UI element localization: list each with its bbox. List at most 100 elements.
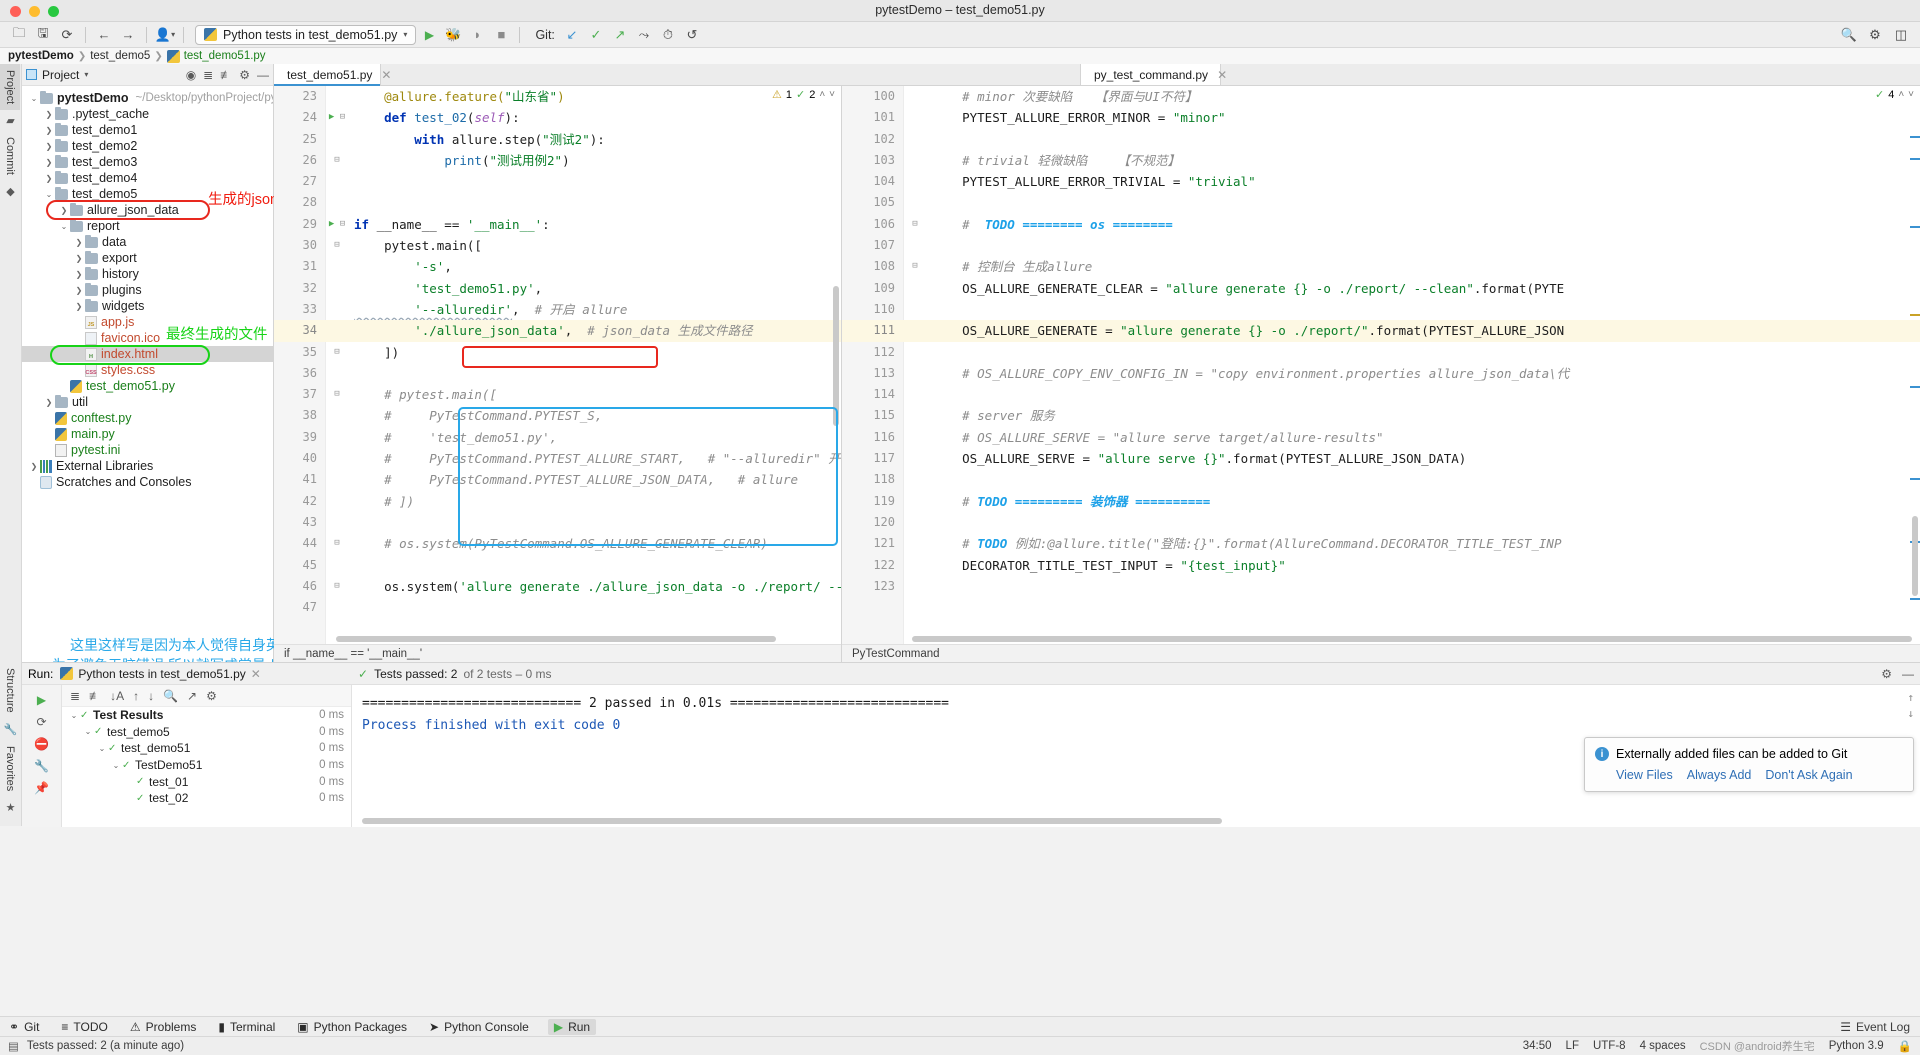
event-log-tab[interactable]: ☰ Event Log	[1840, 1020, 1910, 1034]
chevron-down-icon[interactable]: ⌄	[68, 711, 80, 720]
history-icon[interactable]: ↗	[187, 689, 197, 703]
sidebar-tab-commit[interactable]: Commit	[0, 131, 20, 181]
tree-item--pytest-cache[interactable]: ❯ .pytest_cache	[22, 106, 273, 122]
back-arrow-icon[interactable]: ←	[93, 25, 115, 45]
code-line[interactable]: 116 # OS_ALLURE_SERVE = "allure serve ta…	[842, 427, 1920, 448]
chevron-right-icon[interactable]: ❯	[73, 302, 85, 311]
code-line[interactable]: 34 './allure_json_data', # json_data 生成文…	[274, 320, 841, 342]
chevron-down-icon[interactable]: ▾	[84, 70, 88, 79]
search-everywhere-icon[interactable]: 🔍	[1838, 25, 1860, 45]
settings-icon[interactable]: ⚙	[1864, 25, 1886, 45]
tree-item-data[interactable]: ❯ data	[22, 234, 273, 250]
chevron-right-icon[interactable]: ❯	[43, 142, 55, 151]
lock-icon[interactable]: 🔒	[1898, 1039, 1912, 1053]
code-line[interactable]: 36	[274, 363, 841, 384]
chevron-down-icon[interactable]: ⌄	[43, 190, 55, 199]
chevron-down-icon[interactable]: ▾	[403, 30, 407, 39]
coverage-icon[interactable]: ◗	[466, 25, 488, 45]
code-line[interactable]: 100 # minor 次要缺陷 【界面与UI不符】	[842, 86, 1920, 107]
sidebar-tab-favorites[interactable]: Favorites	[0, 740, 20, 797]
chevron-right-icon[interactable]: ❯	[43, 110, 55, 119]
tree-item-scratches-and-consoles[interactable]: · Scratches and Consoles	[22, 474, 273, 490]
chevron-right-icon[interactable]: ❯	[58, 206, 70, 215]
tree-item-favicon-ico[interactable]: · favicon.ico	[22, 330, 273, 346]
file-encoding[interactable]: UTF-8	[1593, 1040, 1626, 1052]
push-icon[interactable]: ↗	[609, 25, 631, 45]
code-line[interactable]: 23 @allure.feature("山东省")	[274, 86, 841, 107]
code-line[interactable]: 47	[274, 597, 841, 618]
editor-horizontal-scrollbar-right[interactable]	[912, 636, 1912, 642]
tree-item-conftest-py[interactable]: · conftest.py	[22, 410, 273, 426]
editor-code-left[interactable]: 23 @allure.feature("山东省") 24 ▶ ⊟ def test_…	[274, 86, 841, 662]
vcs-user-icon[interactable]: 👤 ▾	[154, 25, 176, 45]
tree-item-main-py[interactable]: · main.py	[22, 426, 273, 442]
python-interpreter[interactable]: Python 3.9	[1829, 1040, 1884, 1052]
fold-icon[interactable]: ⊟	[334, 155, 339, 165]
sync-icon[interactable]: ⟳	[56, 25, 78, 45]
code-line[interactable]: 119 # TODO ========= 装饰器 ==========	[842, 491, 1920, 512]
code-line[interactable]: 35 ⊟ ])	[274, 342, 841, 363]
status-bar-toggle-icon[interactable]: ▤	[8, 1039, 19, 1053]
run-tab[interactable]: Python tests in test_demo51.py ✕	[60, 667, 261, 681]
test-tree-row[interactable]: ⌄ ✓ TestDemo51 0 ms	[62, 757, 351, 774]
chevron-down-icon[interactable]: ⌄	[96, 744, 108, 753]
bottom-tab-terminal[interactable]: ▮ Terminal	[215, 1020, 278, 1034]
tree-item-test-demo5[interactable]: ⌄ test_demo5	[22, 186, 273, 202]
rerun-icon[interactable]: ▶	[22, 689, 61, 711]
breadcrumb-folder[interactable]: test_demo5	[90, 50, 150, 62]
gear-icon[interactable]: ⚙	[206, 689, 217, 703]
code-line[interactable]: 110	[842, 299, 1920, 320]
code-line[interactable]: 112	[842, 342, 1920, 363]
bottom-tab-todo[interactable]: ≡ TODO	[58, 1020, 110, 1034]
stop-icon[interactable]: ■	[490, 25, 512, 45]
chevron-down-icon[interactable]: ˅	[829, 89, 835, 100]
fold-icon[interactable]: ⊟	[340, 219, 345, 229]
code-line[interactable]: 105	[842, 192, 1920, 213]
chevron-right-icon[interactable]: ❯	[73, 286, 85, 295]
test-results-tree[interactable]: ⌄ ✓ Test Results 0 ms ⌄ ✓ test_demo5 0 ms ⌄ ✓ test…	[62, 707, 351, 807]
breadcrumb-project[interactable]: pytestDemo	[8, 50, 74, 62]
chevron-right-icon[interactable]: ❯	[73, 238, 85, 247]
code-line[interactable]: 33 '--alluredir', # 开启 allure	[274, 299, 841, 320]
always-add-link[interactable]: Always Add	[1687, 768, 1752, 782]
test-tree-row[interactable]: ✓ test_02 0 ms	[62, 790, 351, 807]
update-project-icon[interactable]: ↙	[561, 25, 583, 45]
editor-pane-right[interactable]: 100 # minor 次要缺陷 【界面与UI不符】 101 PYTEST_ALL…	[842, 86, 1920, 662]
code-line[interactable]: 103 # trivial 轻微缺陷 【不规范】	[842, 150, 1920, 171]
chevron-right-icon[interactable]: ❯	[43, 126, 55, 135]
code-line[interactable]: 118	[842, 469, 1920, 490]
editor-pane-left[interactable]: 23 @allure.feature("山东省") 24 ▶ ⊟ def test_…	[274, 86, 842, 662]
project-file-tree[interactable]: ⌄ pytestDemo ~/Desktop/pythonProject/pytes…	[22, 86, 273, 494]
code-line[interactable]: 29 ▶ ⊟ if __name__ == '__main__':	[274, 214, 841, 235]
inspection-widget-left[interactable]: ⚠ 1 ✓ 2 ˄ ˅	[772, 88, 835, 102]
expand-all-icon[interactable]: ≣	[203, 68, 213, 82]
chevron-right-icon[interactable]: ❯	[73, 254, 85, 263]
code-line[interactable]: 24 ▶ ⊟ def test_02(self):	[274, 107, 841, 128]
stop-process-icon[interactable]: ⛔	[22, 733, 61, 755]
tree-item-test-demo1[interactable]: ❯ test_demo1	[22, 122, 273, 138]
forward-arrow-icon[interactable]: →	[117, 25, 139, 45]
collapse-all-icon[interactable]: ≢	[220, 68, 232, 82]
debug-icon[interactable]: 🐝	[442, 25, 464, 45]
run-gutter-icon[interactable]: ▶	[329, 219, 334, 229]
code-line[interactable]: 107	[842, 235, 1920, 256]
tree-item-test-demo2[interactable]: ❯ test_demo2	[22, 138, 273, 154]
code-line[interactable]: 26 ⊟ print("测试用例2")	[274, 150, 841, 171]
prev-failed-icon[interactable]: ↑	[133, 689, 139, 703]
close-icon[interactable]: ✕	[1217, 68, 1227, 82]
chevron-right-icon[interactable]: ❯	[28, 462, 40, 471]
sidebar-tab-structure[interactable]: Structure	[0, 662, 20, 719]
chevron-right-icon[interactable]: ❯	[73, 270, 85, 279]
tree-item-widgets[interactable]: ❯ widgets	[22, 298, 273, 314]
code-line[interactable]: 101 PYTEST_ALLURE_ERROR_MINOR = "minor"	[842, 107, 1920, 128]
tree-item-pytest-ini[interactable]: · pytest.ini	[22, 442, 273, 458]
tree-item-history[interactable]: ❯ history	[22, 266, 273, 282]
code-line[interactable]: 106 ⊟ # TODO ======== os ========	[842, 214, 1920, 235]
caret-position[interactable]: 34:50	[1523, 1040, 1552, 1052]
code-line[interactable]: 108 ⊟ # 控制台 生成allure	[842, 256, 1920, 277]
pin-icon[interactable]: 📌	[22, 777, 61, 799]
chevron-down-icon[interactable]: ˅	[1908, 89, 1914, 100]
test-tree-row[interactable]: ✓ test_01 0 ms	[62, 773, 351, 790]
chevron-up-icon[interactable]: ˄	[1898, 89, 1904, 100]
console-horizontal-scrollbar[interactable]	[362, 818, 1222, 824]
